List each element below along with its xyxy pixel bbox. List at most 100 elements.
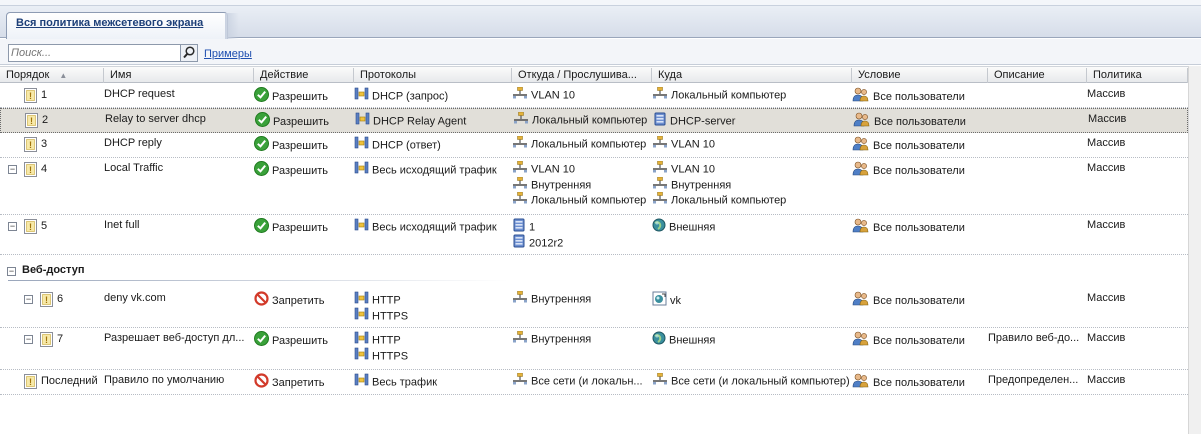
table-row[interactable]: ! Последний Правило по умолчанию Запретить В… — [0, 370, 1188, 395]
column-name[interactable]: Имя — [104, 68, 254, 83]
cell-line: vk — [652, 291, 852, 307]
cell-from: 1 2012r2 — [512, 218, 652, 249]
cell-text: 1 — [529, 221, 536, 234]
cell-text: Все пользователи — [873, 295, 965, 307]
cell-name: Разрешает веб-доступ дл... — [104, 331, 254, 347]
cell-line: VLAN 10 — [512, 161, 652, 177]
cell-proto: DHCP (запрос) — [354, 87, 512, 103]
server-icon — [512, 234, 526, 250]
column-from[interactable]: Откуда / Прослушива... — [512, 68, 652, 83]
title-edge — [0, 0, 1201, 6]
collapse-icon[interactable]: − — [24, 335, 33, 344]
cell-text: VLAN 10 — [531, 89, 576, 102]
rule-icon: ! — [24, 137, 37, 152]
cell-line: DHCP reply — [104, 136, 254, 152]
cell-policy: Массив — [1087, 136, 1188, 152]
cell-line: Локальный компьютер — [513, 112, 653, 128]
cell-text: Все сети (и локальн... — [531, 375, 643, 388]
cell-line: Внешняя — [652, 218, 852, 234]
column-description[interactable]: Описание — [988, 68, 1087, 83]
table-row[interactable]: ! 3 DHCP reply Разрешить DHCP (ответ) Локальн… — [0, 133, 1188, 158]
column-policy[interactable]: Политика — [1087, 68, 1188, 83]
collapse-icon[interactable]: − — [7, 267, 16, 276]
vertical-scrollbar[interactable] — [1188, 66, 1201, 434]
cell-text: Внешняя — [669, 221, 716, 234]
cell-text: Все пользователи — [873, 335, 965, 347]
cell-text: Внутренняя — [531, 293, 592, 306]
cell-action: Разрешить — [254, 161, 354, 177]
cell-cond: Все пользователи — [853, 112, 989, 128]
table-row[interactable]: ! 1 DHCP request Разрешить DHCP (запрос) VLAN… — [0, 84, 1188, 108]
table-row[interactable]: −! 5 Inet full Разрешить Весь исходящий траф… — [0, 215, 1188, 255]
cell-text: Local Traffic — [104, 162, 164, 174]
cell-text: Внутренняя — [531, 333, 592, 346]
cell-line: Массив — [1087, 291, 1188, 307]
cell-cond: Все пользователи — [852, 331, 988, 347]
cell-line: Массив — [1087, 161, 1188, 177]
cell-text: Весь трафик — [372, 376, 438, 389]
cell-line: VLAN 10 — [652, 136, 852, 152]
group-divider — [8, 280, 508, 281]
column-condition[interactable]: Условие — [852, 68, 988, 83]
search-button[interactable] — [180, 45, 197, 61]
cell-line: Разрешить — [254, 87, 354, 103]
cell-line: deny vk.com — [104, 291, 254, 307]
table-row[interactable]: −! 6 deny vk.com Запретить HTTP HTTPS Внутренн… — [0, 288, 1188, 328]
table-row[interactable]: −! 7 Разрешает веб-доступ дл... Разрешить HT… — [0, 328, 1188, 370]
protocol-icon — [354, 373, 369, 389]
tab-firewall-policy[interactable]: Вся политика межсетевого экрана — [6, 12, 239, 40]
cell-text: Все пользователи — [873, 222, 965, 234]
cell-cond: Все пользователи — [852, 136, 988, 152]
cell-text: Массив — [1088, 113, 1127, 125]
cell-line: Все пользователи — [852, 331, 988, 347]
cell-policy: Массив — [1087, 161, 1188, 177]
cell-text: Запретить — [272, 295, 325, 307]
users-icon — [852, 161, 870, 177]
cell-line: Разрешить — [255, 112, 355, 128]
cell-to: Все сети (и локальный компьютер) — [652, 373, 852, 389]
rule-icon: ! — [40, 332, 53, 347]
examples-link[interactable]: Примеры — [204, 48, 252, 60]
cell-text: Правило веб-до... — [988, 332, 1080, 344]
column-order[interactable]: Порядок ▲ — [0, 68, 104, 83]
collapse-icon[interactable]: − — [8, 165, 17, 174]
cell-to: VLAN 10 Внутренняя Локальный компьютер — [652, 161, 852, 208]
url-set-icon — [652, 291, 667, 307]
cell-text: Разрешить — [272, 335, 328, 347]
cell-text: Разрешает веб-доступ дл... — [104, 332, 245, 344]
cell-line: Внутренняя — [652, 176, 852, 193]
cell-line: Inet full — [104, 218, 254, 234]
column-to[interactable]: Куда — [652, 68, 852, 83]
protocol-icon — [354, 218, 369, 234]
table-row[interactable]: −! 4 Local Traffic Разрешить Весь исходящий … — [0, 158, 1188, 215]
users-icon — [852, 87, 870, 103]
users-icon — [852, 218, 870, 234]
cell-line: HTTP — [354, 331, 512, 347]
cell-line: Все сети (и локальный компьютер) — [652, 373, 852, 389]
cell-order: 1 — [41, 89, 48, 101]
cell-line: Все пользователи — [853, 112, 989, 128]
users-icon — [853, 112, 871, 128]
cell-text: Весь исходящий трафик — [372, 221, 497, 234]
table-row[interactable]: ! 2 Relay to server dhcp Разрешить DHCP Rela… — [0, 108, 1188, 133]
cell-line: Внутренняя — [512, 291, 652, 307]
cell-line: Разрешить — [254, 218, 354, 234]
cell-text: HTTP — [372, 334, 401, 347]
column-action[interactable]: Действие — [254, 68, 354, 83]
svg-text:!: ! — [29, 91, 32, 101]
cell-line: Все пользователи — [852, 136, 988, 152]
cell-line: Локальный компьютер — [652, 87, 852, 103]
search-input[interactable] — [11, 46, 179, 60]
cell-line: HTTPS — [354, 347, 512, 362]
network-icon — [512, 331, 528, 347]
rule-icon: ! — [25, 113, 38, 128]
column-protocols[interactable]: Протоколы — [354, 68, 512, 83]
cell-text: VLAN 10 — [531, 163, 576, 176]
collapse-icon[interactable]: − — [8, 222, 17, 231]
group-header-web-access[interactable]: − Веб-доступ — [0, 264, 1188, 281]
collapse-icon[interactable]: − — [24, 295, 33, 304]
protocol-icon — [354, 307, 369, 323]
cell-text: HTTPS — [372, 350, 409, 362]
cell-order: Последний — [41, 375, 98, 387]
users-icon — [852, 373, 870, 389]
